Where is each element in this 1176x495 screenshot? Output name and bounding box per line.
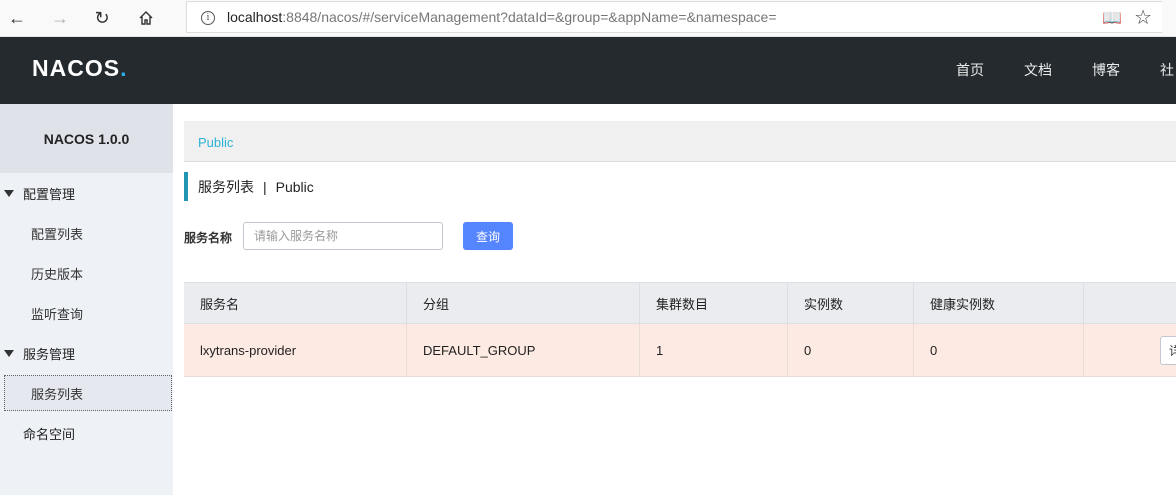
sidebar-item-listener[interactable]: 监听查询 <box>0 293 173 333</box>
nav-blog[interactable]: 博客 <box>1092 60 1120 80</box>
sidebar-item-service-list[interactable]: 服务列表 <box>4 375 172 411</box>
caret-down-icon <box>4 189 14 197</box>
title-separator: | <box>263 178 267 195</box>
query-button[interactable]: 查询 <box>463 222 513 250</box>
column-header-actions <box>1084 283 1176 323</box>
reading-view-icon[interactable]: 📖 <box>1102 8 1122 28</box>
forward-arrow-icon[interactable]: → <box>47 5 73 31</box>
column-header-clusters: 集群数目 <box>640 283 788 323</box>
page-title-namespace: Public <box>275 178 314 195</box>
sidebar: NACOS 1.0.0 配置管理 配置列表 历史版本 监听查询 服务管理 服务列… <box>0 104 173 495</box>
refresh-icon[interactable]: ↻ <box>89 5 115 31</box>
service-name-input[interactable] <box>243 222 443 250</box>
sidebar-group-label: 配置管理 <box>23 186 76 202</box>
home-icon[interactable] <box>133 5 159 31</box>
column-header-healthy: 健康实例数 <box>914 283 1084 323</box>
sidebar-title: NACOS 1.0.0 <box>0 104 173 173</box>
column-header-instances: 实例数 <box>788 283 914 323</box>
column-header-service-name: 服务名 <box>184 283 407 323</box>
nav-docs[interactable]: 文档 <box>1024 60 1052 80</box>
page-title: 服务列表 | Public <box>184 172 314 201</box>
address-bar[interactable]: i localhost:8848/nacos/#/serviceManageme… <box>186 1 1162 33</box>
browser-toolbar: ← → ↻ i localhost:8848/nacos/#/serviceMa… <box>0 0 1176 37</box>
column-header-group: 分组 <box>407 283 640 323</box>
cell-instances: 0 <box>788 324 914 376</box>
table-row[interactable]: lxytrans-provider DEFAULT_GROUP 1 0 0 详 <box>184 324 1176 377</box>
sidebar-group-config[interactable]: 配置管理 <box>0 173 173 213</box>
sidebar-item-namespace[interactable]: 命名空间 <box>0 413 173 453</box>
info-icon[interactable]: i <box>201 11 215 25</box>
cell-group: DEFAULT_GROUP <box>407 324 640 376</box>
sidebar-group-label: 服务管理 <box>23 346 76 362</box>
sidebar-item-history[interactable]: 历史版本 <box>0 253 173 293</box>
cell-healthy-instances: 0 <box>914 324 1084 376</box>
app-header: NACOS. 首页 文档 博客 社 <box>0 37 1176 104</box>
service-name-label: 服务名称 <box>184 231 233 245</box>
cell-service-name: lxytrans-provider <box>184 324 407 376</box>
url-text[interactable]: localhost:8848/nacos/#/serviceManagement… <box>227 9 777 25</box>
sidebar-group-service[interactable]: 服务管理 <box>0 333 173 373</box>
back-arrow-icon[interactable]: ← <box>4 5 30 31</box>
caret-down-icon <box>4 349 14 357</box>
detail-button[interactable]: 详 <box>1160 336 1176 365</box>
page-title-text: 服务列表 <box>198 178 254 195</box>
nav-home[interactable]: 首页 <box>956 60 984 80</box>
cell-clusters: 1 <box>640 324 788 376</box>
namespace-bar: Public <box>184 121 1176 162</box>
namespace-link-public[interactable]: Public <box>198 135 233 150</box>
favorite-star-icon[interactable]: ☆ <box>1134 5 1152 30</box>
table-header: 服务名 分组 集群数目 实例数 健康实例数 <box>184 282 1176 324</box>
sidebar-item-config-list[interactable]: 配置列表 <box>0 213 173 253</box>
nav-community[interactable]: 社 <box>1160 60 1174 80</box>
nacos-logo[interactable]: NACOS. <box>32 55 127 82</box>
